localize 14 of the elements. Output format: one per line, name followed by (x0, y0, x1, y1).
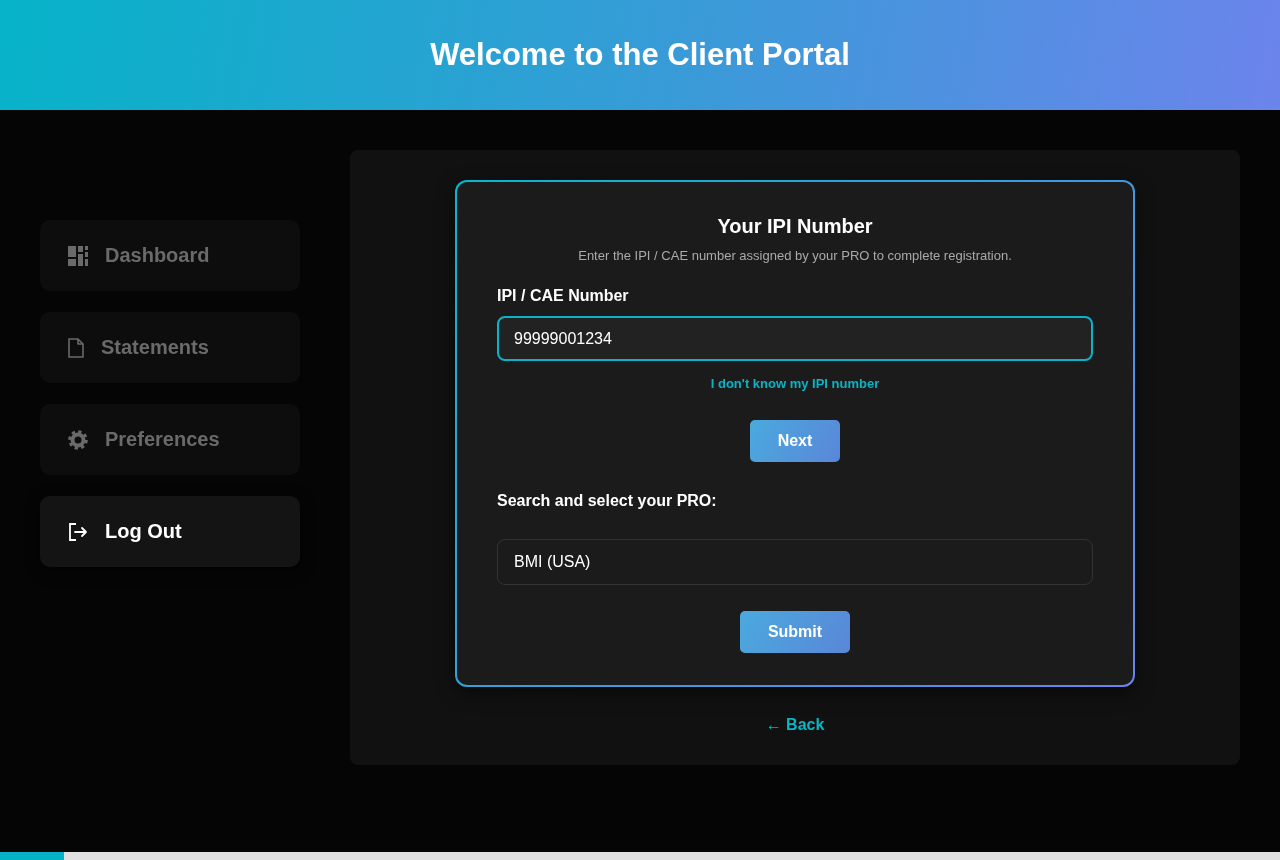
back-link[interactable]: ← Back (765, 715, 825, 735)
settings-icon (68, 429, 88, 450)
pro-search-field[interactable]: BMI (USA) (497, 539, 1093, 585)
dashboard-icon (68, 245, 88, 266)
ipi-input[interactable]: 99999001234 (497, 316, 1093, 361)
help-link[interactable]: I don't know my IPI number (710, 376, 880, 392)
nav-item[interactable]: Log Out (40, 496, 300, 567)
field-label: Search and select your PRO: (497, 491, 717, 511)
logout-icon (68, 521, 88, 542)
form-subtitle: Enter the IPI / CAE number assigned by your PRO to complete registration. (578, 248, 1012, 264)
field-label: IPI / CAE Number (497, 286, 629, 306)
document-icon (68, 337, 84, 358)
page-title: Welcome to the Client Portal (430, 37, 850, 73)
form-title: Your IPI Number (717, 214, 873, 238)
